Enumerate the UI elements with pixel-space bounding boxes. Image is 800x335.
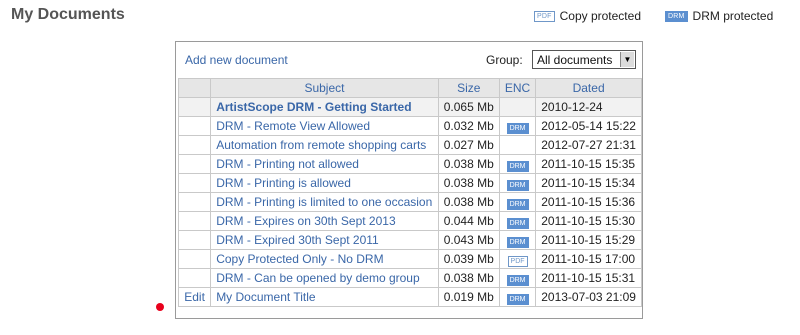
document-enc-cell: DRM: [498, 230, 537, 250]
document-subject-link[interactable]: My Document Title: [210, 287, 439, 307]
documents-table: Subject Size ENC Dated ArtistScope DRM -…: [177, 78, 642, 307]
drm-icon: DRM: [506, 217, 529, 229]
table-row: DRM - Expires on 30th Sept 2013 0.044 Mb D…: [177, 211, 642, 231]
table-row: Copy Protected Only - No DRM 0.039 Mb PDF 2…: [177, 249, 642, 269]
row-action-cell: [177, 97, 212, 117]
legend-copy-label: Copy protected: [559, 9, 641, 23]
document-subject-link[interactable]: DRM - Can be opened by demo group: [210, 268, 439, 288]
document-size: 0.043 Mb: [437, 230, 500, 250]
document-size: 0.038 Mb: [437, 192, 500, 212]
table-row: DRM - Printing is allowed 0.038 Mb DRM 2011…: [177, 173, 642, 193]
document-size: 0.038 Mb: [437, 268, 500, 288]
pdf-icon: PDF: [507, 255, 528, 267]
document-enc-cell: DRM: [498, 192, 537, 212]
row-action-cell: [177, 116, 212, 136]
header-subject[interactable]: Subject: [210, 78, 439, 98]
row-action-cell: [177, 230, 212, 250]
drm-icon: DRM: [506, 236, 529, 248]
document-date: 2011-10-15 15:30: [535, 211, 642, 231]
drm-icon: DRM: [506, 274, 529, 286]
document-subject-link[interactable]: DRM - Printing not allowed: [210, 154, 439, 174]
table-row: DRM - Printing is limited to one occasio…: [177, 192, 642, 212]
header-dated[interactable]: Dated: [535, 78, 642, 98]
document-date: 2011-10-15 15:36: [535, 192, 642, 212]
document-subject-link[interactable]: DRM - Expires on 30th Sept 2013: [210, 211, 439, 231]
document-date: 2011-10-15 15:31: [535, 268, 642, 288]
legend-drm-protected: DRM DRM protected: [665, 9, 773, 23]
document-date: 2012-07-27 21:31: [535, 135, 642, 155]
drm-icon: DRM: [506, 179, 529, 191]
drm-icon: DRM: [506, 293, 529, 305]
document-date: 2011-10-15 17:00: [535, 249, 642, 269]
document-date: 2012-05-14 15:22: [535, 116, 642, 136]
document-size: 0.027 Mb: [437, 135, 500, 155]
row-action-cell: [177, 268, 212, 288]
document-date: 2010-12-24: [535, 97, 642, 117]
drm-icon: DRM: [506, 122, 529, 134]
page-title: My Documents: [11, 6, 125, 23]
drm-icon: DRM: [506, 198, 529, 210]
document-enc-cell: DRM: [498, 211, 537, 231]
header-enc[interactable]: ENC: [498, 78, 537, 98]
document-subject-link[interactable]: ArtistScope DRM - Getting Started: [210, 97, 439, 117]
edit-link[interactable]: Edit: [177, 287, 212, 307]
group-select[interactable]: All documents ▼: [532, 50, 636, 69]
document-enc-cell: DRM: [498, 287, 537, 307]
document-subject-link[interactable]: DRM - Printing is limited to one occasio…: [210, 192, 439, 212]
document-subject-link[interactable]: DRM - Printing is allowed: [210, 173, 439, 193]
legend-copy-protected: PDF Copy protected: [534, 9, 641, 23]
table-row: DRM - Can be opened by demo group 0.038 M…: [177, 268, 642, 288]
document-size: 0.044 Mb: [437, 211, 500, 231]
document-subject-link[interactable]: DRM - Expired 30th Sept 2011: [210, 230, 439, 250]
document-enc-cell: [498, 97, 537, 117]
group-select-value: All documents: [537, 53, 613, 67]
document-date: 2011-10-15 15:35: [535, 154, 642, 174]
header-action: [177, 78, 212, 98]
table-row: DRM - Printing not allowed 0.038 Mb DRM 201…: [177, 154, 642, 174]
pdf-icon: PDF: [534, 10, 555, 22]
document-enc-cell: DRM: [498, 154, 537, 174]
document-subject-link[interactable]: Automation from remote shopping carts: [210, 135, 439, 155]
document-subject-link[interactable]: Copy Protected Only - No DRM: [210, 249, 439, 269]
document-size: 0.039 Mb: [437, 249, 500, 269]
dropdown-arrow-icon[interactable]: ▼: [620, 52, 634, 67]
table-row: DRM - Remote View Allowed 0.032 Mb DRM 2012…: [177, 116, 642, 136]
row-action-cell: [177, 135, 212, 155]
add-new-document-link[interactable]: Add new document: [185, 53, 288, 67]
document-size: 0.032 Mb: [437, 116, 500, 136]
header-size[interactable]: Size: [437, 78, 500, 98]
row-action-cell: [177, 249, 212, 269]
row-action-cell: [177, 211, 212, 231]
table-row: DRM - Expired 30th Sept 2011 0.043 Mb DRM 2…: [177, 230, 642, 250]
drm-icon: DRM: [665, 10, 688, 22]
legend-drm-label: DRM protected: [692, 9, 774, 23]
document-date: 2013-07-03 21:09: [535, 287, 642, 307]
drm-icon: DRM: [506, 160, 529, 172]
table-row: Edit My Document Title 0.019 Mb DRM 2013-07-…: [177, 287, 642, 307]
row-action-cell: [177, 154, 212, 174]
document-enc-cell: DRM: [498, 116, 537, 136]
document-date: 2011-10-15 15:29: [535, 230, 642, 250]
document-size: 0.038 Mb: [437, 154, 500, 174]
document-subject-link[interactable]: DRM - Remote View Allowed: [210, 116, 439, 136]
document-enc-cell: [498, 135, 537, 155]
table-row: ArtistScope DRM - Getting Started 0.065 M…: [177, 97, 642, 117]
document-size: 0.038 Mb: [437, 173, 500, 193]
table-row: Automation from remote shopping carts 0.0…: [177, 135, 642, 155]
document-enc-cell: DRM: [498, 268, 537, 288]
row-action-cell: [177, 192, 212, 212]
documents-panel: Add new document Group: All documents ▼ …: [175, 41, 643, 319]
document-size: 0.065 Mb: [437, 97, 500, 117]
group-label: Group:: [486, 53, 523, 67]
document-date: 2011-10-15 15:34: [535, 173, 642, 193]
documents-toolbar: Add new document Group: All documents ▼: [176, 42, 642, 78]
document-enc-cell: DRM: [498, 173, 537, 193]
selected-row-marker: [156, 303, 164, 311]
document-enc-cell: PDF: [498, 249, 537, 269]
table-header-row: Subject Size ENC Dated: [177, 78, 642, 98]
row-action-cell: [177, 173, 212, 193]
document-size: 0.019 Mb: [437, 287, 500, 307]
